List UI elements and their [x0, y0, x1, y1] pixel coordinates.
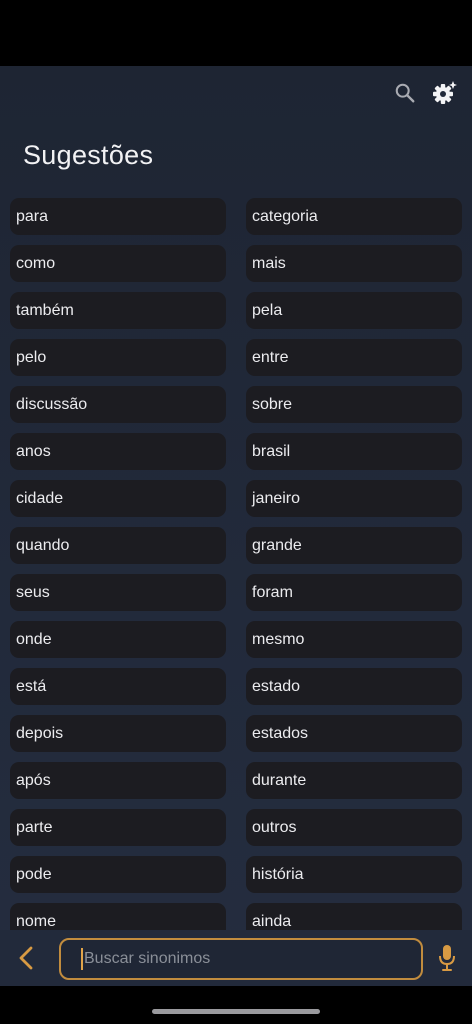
suggestion-chip[interactable]: pelo [10, 339, 226, 376]
status-bar [0, 0, 472, 66]
chevron-left-icon[interactable] [14, 944, 38, 972]
suggestion-chip[interactable]: onde [10, 621, 226, 658]
text-caret [81, 948, 83, 970]
settings-gear-icon[interactable] [432, 80, 458, 106]
suggestion-chip[interactable]: parte [10, 809, 226, 846]
suggestion-chip[interactable]: outros [246, 809, 462, 846]
suggestion-chip[interactable]: grande [246, 527, 462, 564]
search-icon[interactable] [392, 80, 418, 106]
suggestion-chip[interactable]: estados [246, 715, 462, 752]
suggestion-chip[interactable]: janeiro [246, 480, 462, 517]
suggestion-chip[interactable]: mais [246, 245, 462, 282]
suggestion-chip[interactable]: também [10, 292, 226, 329]
suggestion-chip[interactable]: brasil [246, 433, 462, 470]
suggestion-chip[interactable]: seus [10, 574, 226, 611]
suggestion-chip[interactable]: cidade [10, 480, 226, 517]
suggestion-chip[interactable]: depois [10, 715, 226, 752]
suggestion-chip[interactable]: categoria [246, 198, 462, 235]
search-field[interactable] [59, 938, 423, 980]
bottom-bar [0, 930, 472, 986]
suggestion-chip[interactable]: pela [246, 292, 462, 329]
suggestion-chip[interactable]: está [10, 668, 226, 705]
suggestion-chip[interactable]: história [246, 856, 462, 893]
suggestion-chip[interactable]: como [10, 245, 226, 282]
suggestion-chip[interactable]: sobre [246, 386, 462, 423]
suggestion-chip[interactable]: entre [246, 339, 462, 376]
app-screen: Sugestões para categoria como mais também pel… [0, 66, 472, 986]
home-indicator[interactable] [152, 1009, 320, 1014]
search-input[interactable] [84, 950, 384, 968]
suggestion-chip[interactable]: após [10, 762, 226, 799]
suggestion-chip[interactable]: foram [246, 574, 462, 611]
home-area [0, 986, 472, 1024]
suggestion-chip[interactable]: quando [10, 527, 226, 564]
suggestion-chip[interactable]: durante [246, 762, 462, 799]
suggestion-grid: para categoria como mais também pela pelo entre… [10, 198, 462, 940]
microphone-icon[interactable] [434, 942, 460, 974]
suggestion-chip[interactable]: mesmo [246, 621, 462, 658]
page-title: Sugestões [23, 140, 154, 170]
suggestion-chip[interactable]: estado [246, 668, 462, 705]
suggestion-chip[interactable]: anos [10, 433, 226, 470]
suggestion-chip[interactable]: para [10, 198, 226, 235]
suggestion-chip[interactable]: pode [10, 856, 226, 893]
top-actions [392, 80, 458, 106]
suggestion-chip[interactable]: discussão [10, 386, 226, 423]
